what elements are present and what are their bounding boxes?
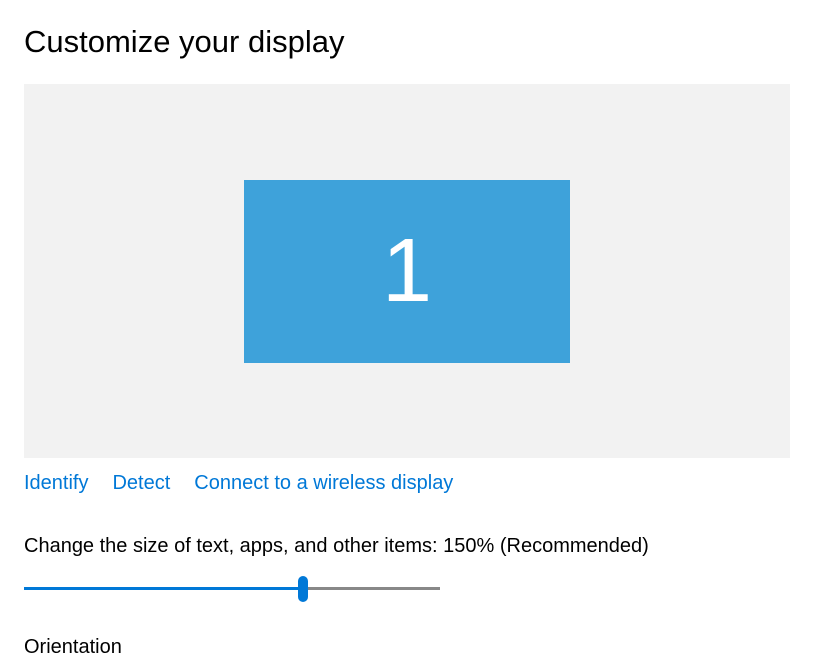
connect-wireless-link[interactable]: Connect to a wireless display <box>194 472 453 495</box>
page-title: Customize your display <box>24 24 790 60</box>
display-preview-area: 1 <box>24 84 790 458</box>
monitor-tile-1[interactable]: 1 <box>244 180 570 363</box>
scale-label: Change the size of text, apps, and other… <box>24 535 790 558</box>
monitor-number: 1 <box>382 220 432 323</box>
orientation-label: Orientation <box>24 636 790 659</box>
detect-link[interactable]: Detect <box>112 472 170 495</box>
slider-fill <box>24 587 303 590</box>
scale-slider[interactable] <box>24 576 440 602</box>
identify-link[interactable]: Identify <box>24 472 88 495</box>
slider-thumb[interactable] <box>298 576 308 602</box>
display-action-links: Identify Detect Connect to a wireless di… <box>24 472 790 495</box>
